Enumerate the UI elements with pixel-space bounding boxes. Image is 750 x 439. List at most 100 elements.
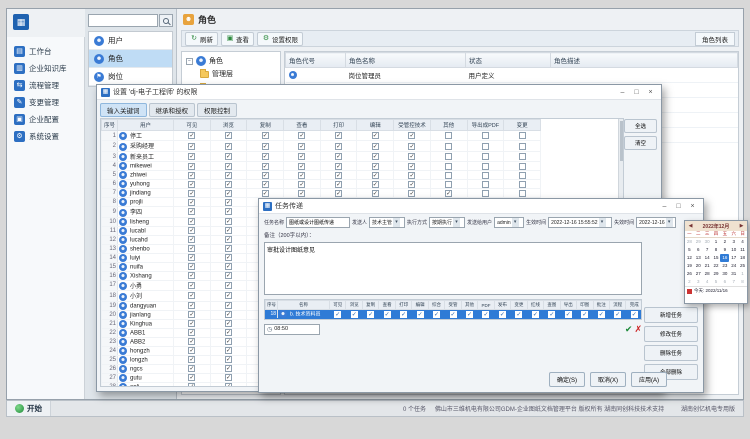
checkbox[interactable] <box>482 153 489 160</box>
calendar-day[interactable]: 5 <box>712 278 721 286</box>
checkbox[interactable] <box>445 172 452 179</box>
start-button[interactable]: 开始 <box>7 401 51 416</box>
checkbox[interactable] <box>262 190 269 197</box>
column-header[interactable]: PDF <box>478 301 494 310</box>
task-dialog-titlebar[interactable]: ▦ 任务传递 – □ × <box>259 199 703 214</box>
checkbox[interactable] <box>408 153 415 160</box>
checkbox[interactable] <box>188 190 195 197</box>
checkbox[interactable] <box>614 311 621 318</box>
perm-row[interactable]: 7☻jindiang <box>102 189 541 198</box>
calendar-day[interactable]: 25 <box>738 262 747 270</box>
checkbox[interactable] <box>262 153 269 160</box>
calendar-day[interactable]: 11 <box>738 246 747 254</box>
column-header[interactable]: 批注 <box>593 301 609 310</box>
column-header[interactable]: 复制 <box>247 120 284 131</box>
checkbox[interactable] <box>188 245 195 252</box>
checkbox[interactable] <box>351 311 358 318</box>
task-row[interactable]: 18☻b. 技术资料员 <box>266 310 643 319</box>
checkbox[interactable] <box>417 311 424 318</box>
checkbox[interactable] <box>188 263 195 270</box>
column-header[interactable]: 变更 <box>511 301 527 310</box>
checkbox[interactable] <box>225 227 232 234</box>
checkbox[interactable] <box>482 181 489 188</box>
checkbox[interactable] <box>225 374 232 381</box>
calendar-day[interactable]: 9 <box>720 246 729 254</box>
column-header[interactable]: 编辑 <box>357 120 394 131</box>
column-header[interactable]: 打印 <box>320 120 357 131</box>
calendar-day[interactable]: 21 <box>703 262 712 270</box>
tab-3[interactable]: 权限控制 <box>197 103 237 117</box>
checkbox[interactable] <box>225 163 232 170</box>
nav-search-input[interactable] <box>88 14 158 27</box>
checkbox[interactable] <box>188 153 195 160</box>
checkbox[interactable] <box>519 181 526 188</box>
calendar-day[interactable]: 22 <box>712 262 721 270</box>
calendar-day[interactable]: 27 <box>694 270 703 278</box>
checkbox[interactable] <box>565 311 572 318</box>
checkbox[interactable] <box>335 163 342 170</box>
checkbox[interactable] <box>188 311 195 318</box>
checkbox[interactable] <box>598 311 605 318</box>
column-header[interactable]: 导出成PDF <box>467 120 504 131</box>
checkbox[interactable] <box>298 163 305 170</box>
calendar-day[interactable]: 2 <box>720 238 729 246</box>
calendar-day[interactable]: 3 <box>694 278 703 286</box>
checkbox[interactable] <box>298 143 305 150</box>
checkbox[interactable] <box>225 347 232 354</box>
start-time-picker[interactable]: 2022-12-16 15:55:52▾ <box>548 217 612 228</box>
checkbox[interactable] <box>631 311 638 318</box>
calendar-day[interactable]: 16 <box>720 254 729 262</box>
checkbox[interactable] <box>225 383 232 387</box>
checkbox[interactable] <box>298 153 305 160</box>
checkbox[interactable] <box>372 190 379 197</box>
checkbox[interactable] <box>225 254 232 261</box>
next-month-icon[interactable]: ▶ <box>738 223 745 229</box>
checkbox[interactable] <box>581 311 588 318</box>
calendar-footer[interactable]: 今天: 2022/11/16 <box>685 286 747 295</box>
column-header[interactable]: 序号 <box>102 120 118 131</box>
checkbox[interactable] <box>408 163 415 170</box>
checkbox[interactable] <box>225 153 232 160</box>
column-header[interactable]: 变更 <box>504 120 541 131</box>
checkbox[interactable] <box>408 172 415 179</box>
calendar-day[interactable]: 8 <box>738 278 747 286</box>
calendar-day[interactable]: 26 <box>685 270 694 278</box>
checkbox[interactable] <box>482 190 489 197</box>
checkbox[interactable] <box>298 181 305 188</box>
sidebar-item-knowledge[interactable]: ▥企业知识库 <box>7 60 84 77</box>
calendar-day[interactable]: 23 <box>720 262 729 270</box>
checkbox[interactable] <box>408 190 415 197</box>
calendar-day[interactable]: 29 <box>712 270 721 278</box>
calendar-day[interactable]: 18 <box>738 254 747 262</box>
checkbox[interactable] <box>225 282 232 289</box>
checkbox[interactable] <box>225 263 232 270</box>
checkbox[interactable] <box>367 311 374 318</box>
cancel-x-icon[interactable]: ✗ <box>634 325 642 334</box>
tab-1[interactable]: 输入关键词 <box>100 103 147 117</box>
column-header[interactable]: 其他 <box>461 301 477 310</box>
column-header[interactable]: 可见 <box>330 301 346 310</box>
calendar-day[interactable]: 28 <box>685 238 694 246</box>
calendar-day[interactable]: 1 <box>712 238 721 246</box>
checkbox[interactable] <box>372 181 379 188</box>
send-user-select[interactable]: admin▾ <box>494 217 524 228</box>
checkbox[interactable] <box>225 356 232 363</box>
calendar-day[interactable]: 12 <box>685 254 694 262</box>
calendar-day[interactable]: 29 <box>694 238 703 246</box>
checkbox[interactable] <box>298 190 305 197</box>
edit-task-button[interactable]: 修改任务 <box>644 326 698 342</box>
toolbar-button-refresh[interactable]: ↻刷新 <box>185 32 218 46</box>
checkbox[interactable] <box>408 143 415 150</box>
note-textarea[interactable]: 审批设计图纸意见 <box>264 242 642 295</box>
checkbox[interactable] <box>548 311 555 318</box>
calendar-day[interactable]: 5 <box>685 246 694 254</box>
checkbox[interactable] <box>225 311 232 318</box>
maximize-button[interactable]: □ <box>672 201 685 212</box>
checkbox[interactable] <box>188 172 195 179</box>
calendar-day[interactable]: 7 <box>729 278 738 286</box>
tree-node-root[interactable]: −☻角色 <box>184 55 278 67</box>
nav-item-users[interactable]: ☻用户 <box>89 32 172 50</box>
checkbox[interactable] <box>225 338 232 345</box>
close-button[interactable]: × <box>686 201 699 212</box>
tab-2[interactable]: 继承和授权 <box>149 103 196 117</box>
